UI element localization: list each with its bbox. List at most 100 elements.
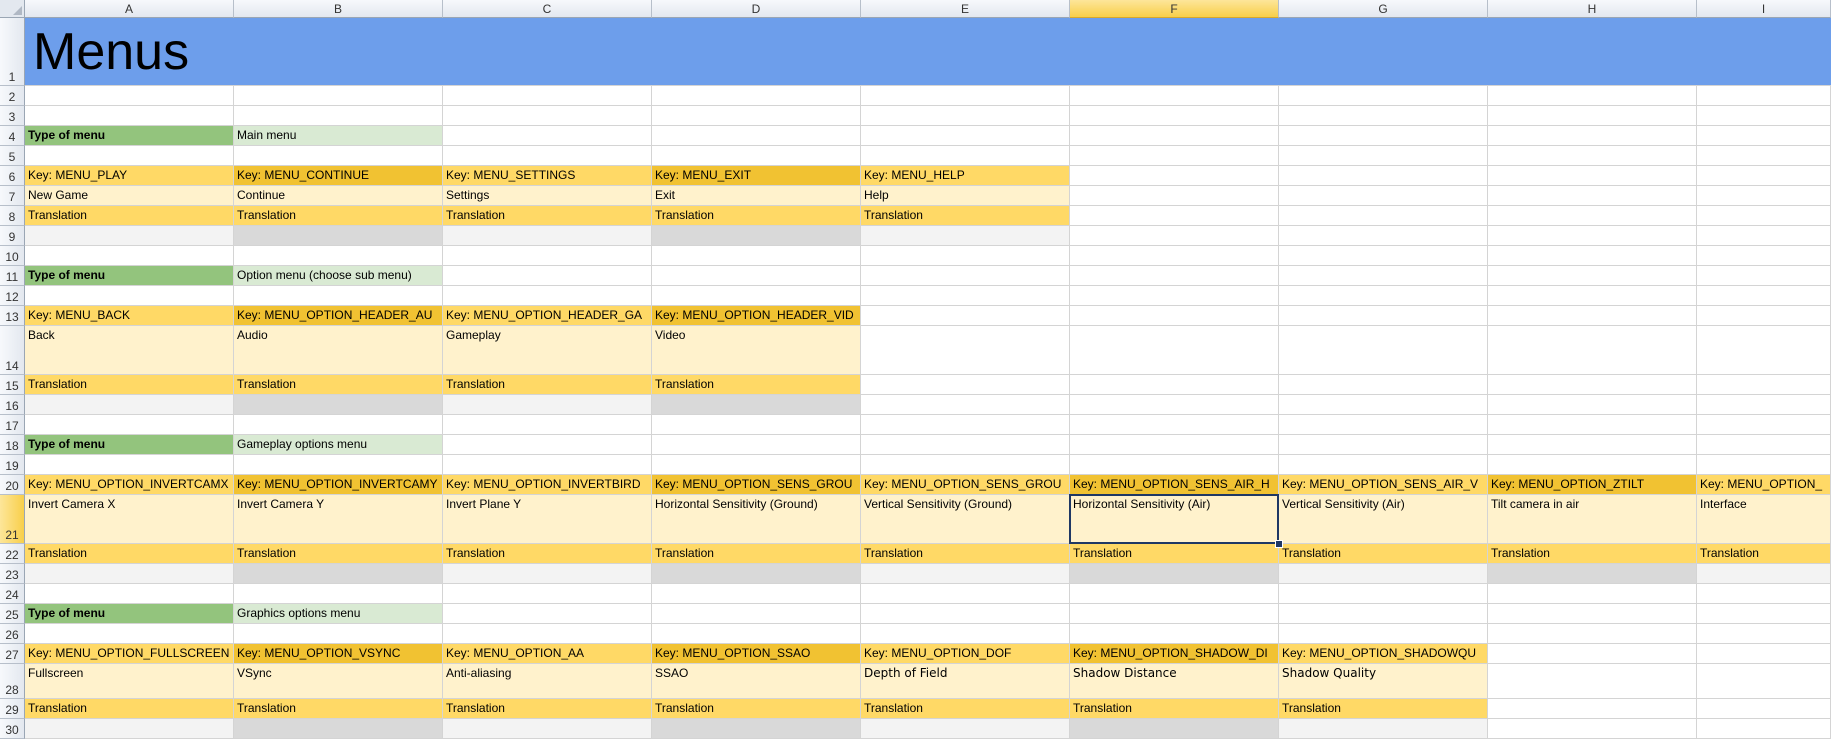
cell-i21[interactable]: Interface bbox=[1697, 495, 1831, 544]
grid-cell[interactable] bbox=[443, 435, 652, 455]
cell-e29[interactable]: Translation bbox=[861, 699, 1070, 719]
row-header-26[interactable]: 26 bbox=[0, 624, 25, 644]
grid-cell[interactable] bbox=[1070, 395, 1279, 415]
grid-cell[interactable] bbox=[234, 455, 443, 475]
cell-d28[interactable]: SSAO bbox=[652, 664, 861, 699]
cell-c13[interactable]: Key: MENU_OPTION_HEADER_GAMEPLAY bbox=[443, 306, 652, 326]
cell-b14[interactable]: Audio bbox=[234, 326, 443, 375]
grid-cell[interactable] bbox=[1697, 206, 1831, 226]
column-header-i[interactable]: I bbox=[1697, 0, 1831, 18]
cell-b25[interactable]: Graphics options menu bbox=[234, 604, 443, 624]
cell-h21[interactable]: Tilt camera in air bbox=[1488, 495, 1697, 544]
grid-cell[interactable] bbox=[1488, 246, 1697, 266]
cell-e28[interactable]: Depth of Field bbox=[861, 664, 1070, 699]
grid-cell[interactable] bbox=[1488, 266, 1697, 286]
grid-cell[interactable] bbox=[443, 415, 652, 435]
row-header-23[interactable]: 23 bbox=[0, 564, 25, 584]
grid-cell[interactable] bbox=[1488, 226, 1697, 246]
cell-c29[interactable]: Translation bbox=[443, 699, 652, 719]
grid-cell[interactable] bbox=[1697, 719, 1831, 739]
grid-cell[interactable] bbox=[1279, 246, 1488, 266]
row-header-20[interactable]: 20 bbox=[0, 475, 25, 495]
grid-cell[interactable] bbox=[1697, 286, 1831, 306]
grid-cell[interactable] bbox=[1697, 624, 1831, 644]
cell-h20[interactable]: Key: MENU_OPTION_ZTILT bbox=[1488, 475, 1697, 495]
grid-cell[interactable] bbox=[1279, 604, 1488, 624]
grid-cell[interactable] bbox=[1279, 326, 1488, 375]
grid-cell[interactable] bbox=[1488, 166, 1697, 186]
grid-cell[interactable] bbox=[1279, 166, 1488, 186]
grid-cell[interactable] bbox=[1070, 306, 1279, 326]
cell-c6[interactable]: Key: MENU_SETTINGS bbox=[443, 166, 652, 186]
grid-cell[interactable] bbox=[1279, 584, 1488, 604]
cell-e30[interactable] bbox=[861, 719, 1070, 739]
column-header-f[interactable]: F bbox=[1070, 0, 1279, 18]
grid-cell[interactable] bbox=[652, 126, 861, 146]
row-header-18[interactable]: 18 bbox=[0, 435, 25, 455]
grid-cell[interactable] bbox=[1070, 435, 1279, 455]
row-header-1[interactable]: 1 bbox=[0, 18, 25, 86]
cell-c27[interactable]: Key: MENU_OPTION_AA bbox=[443, 644, 652, 664]
grid-cell[interactable] bbox=[443, 455, 652, 475]
grid-cell[interactable] bbox=[443, 604, 652, 624]
cell-d20[interactable]: Key: MENU_OPTION_SENS_GROUND_HORI bbox=[652, 475, 861, 495]
grid-cell[interactable] bbox=[861, 415, 1070, 435]
grid-cell[interactable] bbox=[1488, 186, 1697, 206]
grid-cell[interactable] bbox=[1697, 644, 1831, 664]
grid-cell[interactable] bbox=[1488, 664, 1697, 699]
grid-cell[interactable] bbox=[1697, 584, 1831, 604]
grid-cell[interactable] bbox=[1070, 106, 1279, 126]
cell-d13[interactable]: Key: MENU_OPTION_HEADER_VIDEO bbox=[652, 306, 861, 326]
grid-cell[interactable] bbox=[861, 326, 1070, 375]
grid-cell[interactable] bbox=[443, 106, 652, 126]
cell-d27[interactable]: Key: MENU_OPTION_SSAO bbox=[652, 644, 861, 664]
cell-a6[interactable]: Key: MENU_PLAY bbox=[25, 166, 234, 186]
row-header-27[interactable]: 27 bbox=[0, 644, 25, 664]
cell-b7[interactable]: Continue bbox=[234, 186, 443, 206]
grid-cell[interactable] bbox=[1697, 126, 1831, 146]
grid-cell[interactable] bbox=[25, 415, 234, 435]
cell-d15[interactable]: Translation bbox=[652, 375, 861, 395]
grid-cell[interactable] bbox=[1488, 375, 1697, 395]
row-header-11[interactable]: 11 bbox=[0, 266, 25, 286]
grid-cell[interactable] bbox=[1070, 624, 1279, 644]
grid-cell[interactable] bbox=[1488, 86, 1697, 106]
cell-a15[interactable]: Translation bbox=[25, 375, 234, 395]
grid-cell[interactable] bbox=[1488, 395, 1697, 415]
grid-cell[interactable] bbox=[234, 146, 443, 166]
cell-g29[interactable]: Translation bbox=[1279, 699, 1488, 719]
grid-cell[interactable] bbox=[861, 604, 1070, 624]
grid-cell[interactable] bbox=[1697, 226, 1831, 246]
cell-g22[interactable]: Translation bbox=[1279, 544, 1488, 564]
cell-c21[interactable]: Invert Plane Y bbox=[443, 495, 652, 544]
grid-cell[interactable] bbox=[1070, 455, 1279, 475]
row-header-17[interactable]: 17 bbox=[0, 415, 25, 435]
cell-b30[interactable] bbox=[234, 719, 443, 739]
grid-cell[interactable] bbox=[861, 455, 1070, 475]
cell-c23[interactable] bbox=[443, 564, 652, 584]
grid-cell[interactable] bbox=[1070, 126, 1279, 146]
grid-cell[interactable] bbox=[1697, 415, 1831, 435]
grid-cell[interactable] bbox=[1488, 435, 1697, 455]
cell-d29[interactable]: Translation bbox=[652, 699, 861, 719]
column-header-b[interactable]: B bbox=[234, 0, 443, 18]
cell-g28[interactable]: Shadow Quality bbox=[1279, 664, 1488, 699]
cell-c14[interactable]: Gameplay bbox=[443, 326, 652, 375]
grid-cell[interactable] bbox=[1488, 699, 1697, 719]
grid-cell[interactable] bbox=[1279, 455, 1488, 475]
grid-cell[interactable] bbox=[652, 604, 861, 624]
grid-cell[interactable] bbox=[25, 584, 234, 604]
grid-cell[interactable] bbox=[1488, 455, 1697, 475]
cell-c20[interactable]: Key: MENU_OPTION_INVERTBIRDY bbox=[443, 475, 652, 495]
cell-e6[interactable]: Key: MENU_HELP bbox=[861, 166, 1070, 186]
grid-cell[interactable] bbox=[1279, 375, 1488, 395]
grid-cell[interactable] bbox=[652, 106, 861, 126]
grid-cell[interactable] bbox=[443, 246, 652, 266]
cell-i20[interactable]: Key: MENU_OPTION_SUBHEADER_INTERFACE bbox=[1697, 475, 1831, 495]
grid-cell[interactable] bbox=[861, 435, 1070, 455]
cell-d16[interactable] bbox=[652, 395, 861, 415]
column-header-a[interactable]: A bbox=[25, 0, 234, 18]
cell-c9[interactable] bbox=[443, 226, 652, 246]
grid-cell[interactable] bbox=[1070, 326, 1279, 375]
cell-b11[interactable]: Option menu (choose sub menu) bbox=[234, 266, 443, 286]
